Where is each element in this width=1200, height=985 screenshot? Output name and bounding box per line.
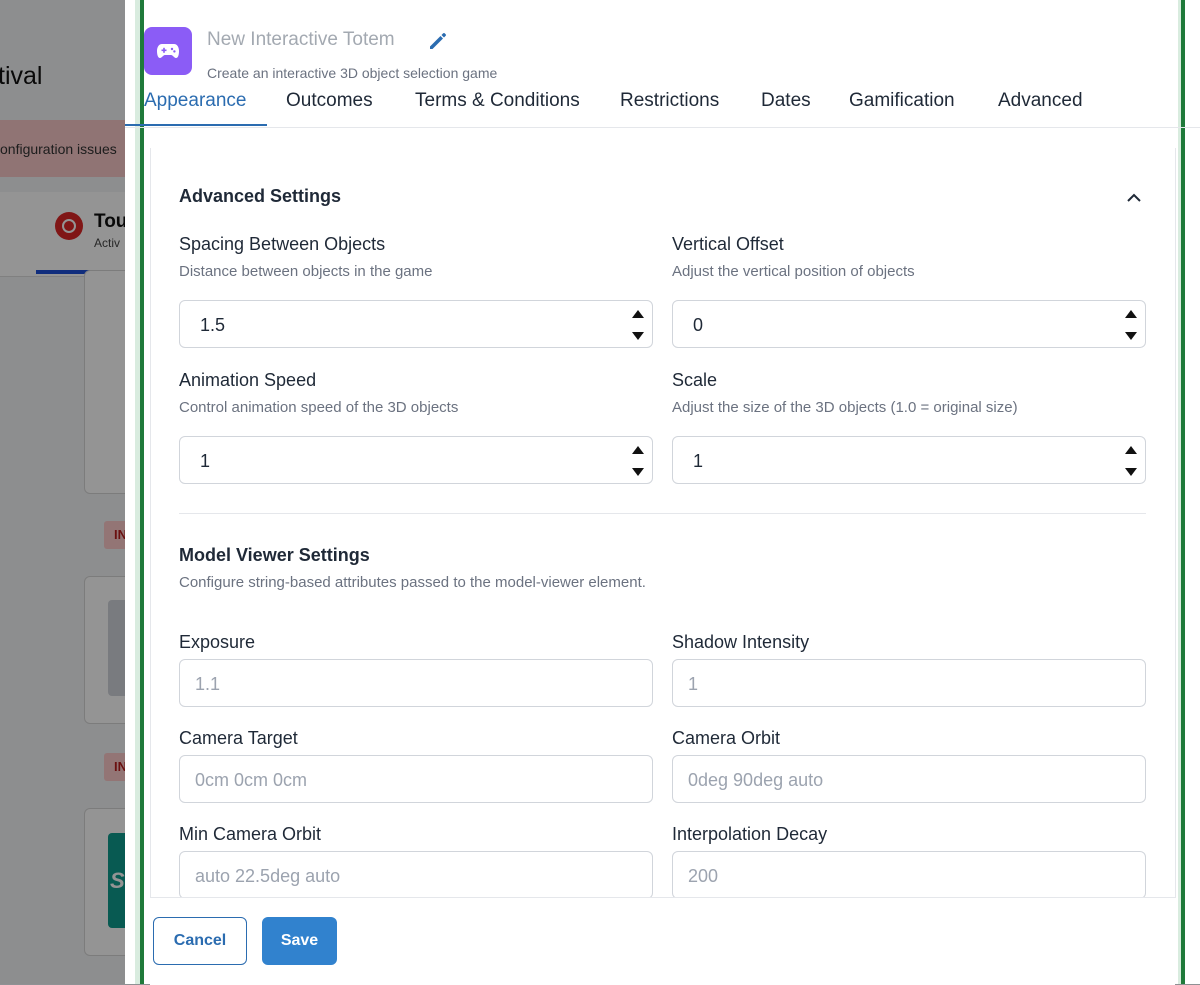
animation-speed-input[interactable]: 1 <box>179 436 653 484</box>
tab-advanced[interactable]: Advanced <box>998 90 1083 112</box>
stepper-up-icon[interactable] <box>1125 310 1137 318</box>
tab-gamification[interactable]: Gamification <box>849 90 955 112</box>
exposure-label: Exposure <box>179 632 256 652</box>
tab-appearance[interactable]: Appearance <box>144 90 246 112</box>
active-tab-indicator <box>125 124 267 126</box>
cancel-button[interactable]: Cancel <box>153 917 247 965</box>
camera-orbit-placeholder: 0deg 90deg auto <box>688 770 824 790</box>
tab-terms-conditions[interactable]: Terms & Conditions <box>415 90 580 112</box>
frame-border <box>140 0 144 984</box>
frame-border <box>1181 0 1185 984</box>
tab-dates[interactable]: Dates <box>761 90 811 112</box>
spacing-help: Distance between objects in the game <box>179 263 433 280</box>
min-camera-orbit-input[interactable]: auto 22.5deg auto <box>179 851 653 899</box>
tab-restrictions[interactable]: Restrictions <box>620 90 719 112</box>
animation-speed-value: 1 <box>200 451 211 471</box>
animation-speed-help: Control animation speed of the 3D object… <box>179 399 459 416</box>
interpolation-decay-input[interactable]: 200 <box>672 851 1146 899</box>
spacing-stepper[interactable] <box>624 301 652 347</box>
content-border <box>150 148 151 898</box>
min-camera-orbit-label: Min Camera Orbit <box>179 824 322 844</box>
interpolation-decay-placeholder: 200 <box>688 866 719 886</box>
shadow-intensity-placeholder: 1 <box>688 674 699 694</box>
tab-outcomes[interactable]: Outcomes <box>286 90 373 112</box>
advanced-settings-title: Advanced Settings <box>179 186 342 206</box>
animation-speed-stepper[interactable] <box>624 437 652 483</box>
stepper-down-icon[interactable] <box>632 468 644 476</box>
shadow-intensity-label: Shadow Intensity <box>672 632 810 652</box>
pencil-icon[interactable] <box>427 30 449 52</box>
camera-orbit-label: Camera Orbit <box>672 728 781 748</box>
tab-bar: Appearance Outcomes Terms & Conditions R… <box>125 86 1200 128</box>
vertical-offset-stepper[interactable] <box>1117 301 1145 347</box>
exposure-placeholder: 1.1 <box>195 674 221 694</box>
vertical-offset-help: Adjust the vertical position of objects <box>672 263 915 280</box>
camera-target-label: Camera Target <box>179 728 298 748</box>
interpolation-decay-label: Interpolation Decay <box>672 824 828 844</box>
vertical-offset-input[interactable]: 0 <box>672 300 1146 348</box>
gamepad-icon <box>144 27 192 75</box>
stepper-up-icon[interactable] <box>632 310 644 318</box>
min-camera-orbit-placeholder: auto 22.5deg auto <box>195 866 341 886</box>
stepper-down-icon[interactable] <box>632 332 644 340</box>
scale-value: 1 <box>693 451 704 471</box>
model-viewer-title: Model Viewer Settings <box>179 545 370 565</box>
camera-target-input[interactable]: 0cm 0cm 0cm <box>179 755 653 803</box>
vertical-offset-value: 0 <box>693 315 704 335</box>
save-button[interactable]: Save <box>262 917 337 965</box>
vertical-offset-label: Vertical Offset <box>672 234 784 254</box>
game-title[interactable]: New Interactive Totem <box>207 29 395 51</box>
animation-speed-label: Animation Speed <box>179 370 317 390</box>
spacing-input[interactable]: 1.5 <box>179 300 653 348</box>
scale-input[interactable]: 1 <box>672 436 1146 484</box>
game-subtitle: Create an interactive 3D object selectio… <box>207 65 498 81</box>
scale-stepper[interactable] <box>1117 437 1145 483</box>
chevron-up-icon[interactable] <box>1124 190 1144 206</box>
content-border <box>1175 148 1176 898</box>
shadow-intensity-input[interactable]: 1 <box>672 659 1146 707</box>
camera-target-placeholder: 0cm 0cm 0cm <box>195 770 308 790</box>
modal-backdrop[interactable] <box>0 0 125 984</box>
stepper-up-icon[interactable] <box>1125 446 1137 454</box>
stepper-down-icon[interactable] <box>1125 332 1137 340</box>
model-viewer-help: Configure string-based attributes passed… <box>179 574 646 591</box>
exposure-input[interactable]: 1.1 <box>179 659 653 707</box>
section-divider <box>179 513 1146 514</box>
scale-label: Scale <box>672 370 718 390</box>
scale-help: Adjust the size of the 3D objects (1.0 =… <box>672 399 1018 416</box>
camera-orbit-input[interactable]: 0deg 90deg auto <box>672 755 1146 803</box>
spacing-label: Spacing Between Objects <box>179 234 386 254</box>
stepper-up-icon[interactable] <box>632 446 644 454</box>
stepper-down-icon[interactable] <box>1125 468 1137 476</box>
spacing-value: 1.5 <box>200 315 226 335</box>
